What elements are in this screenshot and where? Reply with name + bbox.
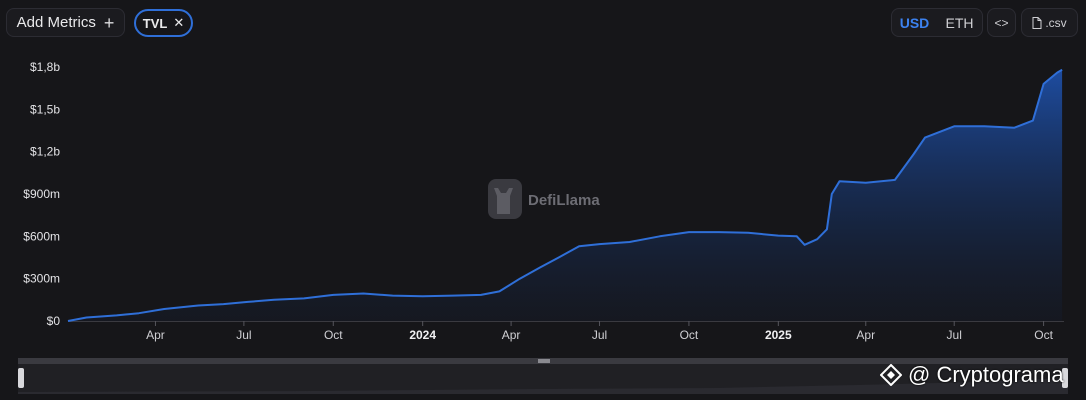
currency-toggle: USD ETH — [891, 8, 983, 37]
defillama-watermark: DefiLlama — [488, 179, 600, 219]
defillama-wordmark: DefiLlama — [528, 192, 600, 209]
scrollbar-grip-icon — [538, 359, 550, 363]
y-tick-label: $900m — [23, 187, 60, 201]
close-icon[interactable]: ✕ — [173, 15, 184, 31]
x-tick-label: Oct — [1034, 328, 1053, 342]
chart-toolbar: Add Metrics + TVL ✕ USD ETH <> .csv — [0, 0, 1086, 46]
x-tick-label: Apr — [502, 328, 521, 342]
plus-icon: + — [103, 12, 115, 33]
y-tick-label: $1,8b — [30, 60, 60, 74]
x-tick-label: Apr — [146, 328, 165, 342]
x-axis: Apr Jul Oct 2024 Apr Jul Oct 2025 Apr Jul Oct — [68, 321, 1064, 342]
y-tick-label: $0 — [47, 314, 61, 328]
cryptograma-watermark: @ Cryptograma — [880, 362, 1064, 388]
x-tick-label: Jul — [592, 328, 607, 342]
x-tick-label: Jul — [947, 328, 962, 342]
x-tick-label: Oct — [324, 328, 343, 342]
code-icon: <> — [994, 15, 1009, 30]
y-tick-label: $600m — [23, 229, 60, 243]
currency-usd-button[interactable]: USD — [892, 15, 937, 31]
x-tick-label: 2025 — [765, 328, 792, 342]
diamond-logo-icon — [880, 364, 902, 386]
navigator-left-handle[interactable] — [18, 368, 24, 388]
x-tick-label: Jul — [236, 328, 251, 342]
tvl-chart: DefiLlama $0 $300m $600m $900m $1,2b $1,5b $1,… — [23, 60, 1064, 342]
add-metrics-label: Add Metrics — [16, 14, 96, 31]
x-tick-label: 2024 — [409, 328, 436, 342]
csv-label: .csv — [1045, 15, 1067, 30]
x-tick-label: Oct — [680, 328, 699, 342]
y-tick-label: $1,5b — [30, 102, 60, 116]
file-icon — [1032, 16, 1042, 29]
currency-eth-button[interactable]: ETH — [937, 15, 982, 31]
embed-code-button[interactable]: <> — [987, 8, 1016, 37]
tvl-chip-label: TVL — [142, 15, 168, 31]
y-axis: $0 $300m $600m $900m $1,2b $1,5b $1,8b — [23, 60, 60, 328]
add-metrics-button[interactable]: Add Metrics + — [6, 8, 125, 37]
cryptograma-text: @ Cryptograma — [908, 362, 1064, 387]
y-tick-label: $300m — [23, 272, 60, 286]
download-csv-button[interactable]: .csv — [1021, 8, 1078, 37]
y-tick-label: $1,2b — [30, 145, 60, 159]
tvl-metric-chip[interactable]: TVL ✕ — [134, 9, 193, 37]
x-tick-label: Apr — [856, 328, 875, 342]
